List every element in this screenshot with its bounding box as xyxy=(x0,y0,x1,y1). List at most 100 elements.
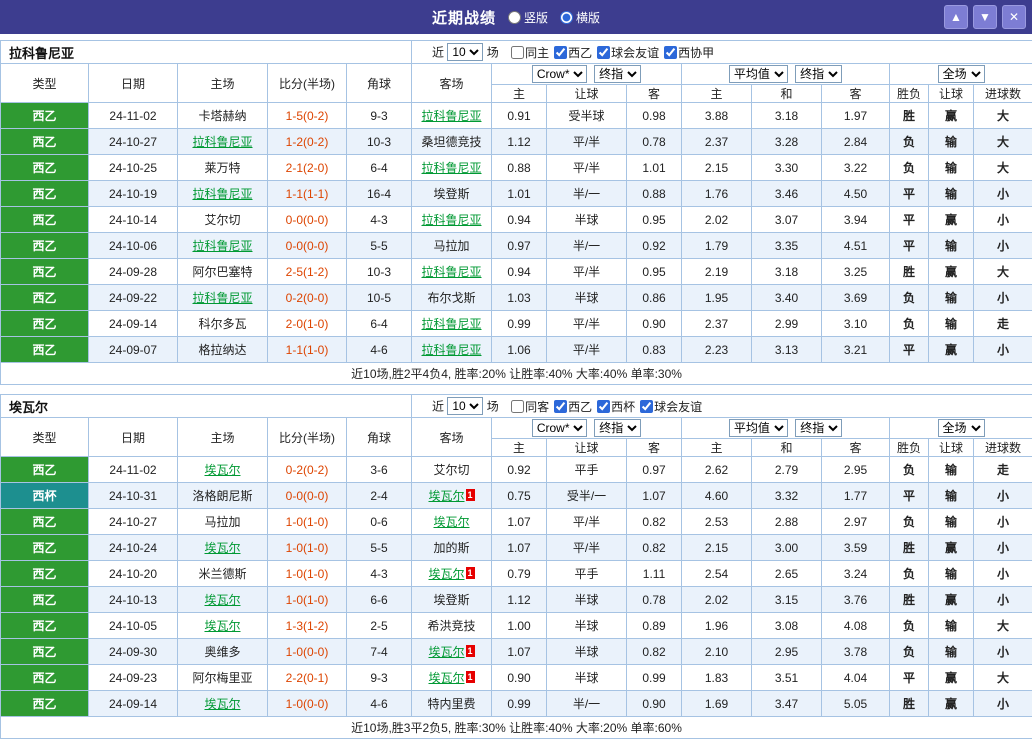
average-select[interactable]: 平均值 xyxy=(729,419,788,437)
odds-home: 0.94 xyxy=(492,259,547,285)
avg-away: 3.10 xyxy=(822,311,890,337)
filter-checkbox[interactable]: 西乙 xyxy=(554,398,592,415)
avg-away: 2.84 xyxy=(822,129,890,155)
match-score: 2-0(1-0) xyxy=(268,311,347,337)
focus-team-link[interactable]: 拉科鲁尼亚 xyxy=(192,239,252,253)
section-team-title: 拉科鲁尼亚 xyxy=(9,46,74,61)
focus-team-link[interactable]: 拉科鲁尼亚 xyxy=(421,265,481,279)
odds-stage-select[interactable]: 终指 xyxy=(594,419,641,437)
horizontal-radio[interactable] xyxy=(560,11,573,24)
average-select[interactable]: 平均值 xyxy=(729,65,788,83)
match-score: 0-0(0-0) xyxy=(268,483,347,509)
match-date: 24-10-05 xyxy=(89,613,178,639)
odds-away: 0.92 xyxy=(627,233,682,259)
handicap-result: 输 xyxy=(929,457,974,483)
match-score: 1-3(1-2) xyxy=(268,613,347,639)
section-header-row: 埃瓦尔 近 10 场 同客西乙西杯球会友谊 xyxy=(1,395,1032,418)
scope-select[interactable]: 全场 xyxy=(938,65,985,83)
avg-home: 2.62 xyxy=(682,457,752,483)
bookmaker-select[interactable]: Crow* xyxy=(532,419,587,437)
filter-checkbox-input[interactable] xyxy=(597,400,610,413)
odds-home: 0.97 xyxy=(492,233,547,259)
avg-away: 5.05 xyxy=(822,691,890,717)
focus-team-link[interactable]: 埃瓦尔 xyxy=(429,567,465,581)
odds-handicap: 半球 xyxy=(547,587,627,613)
team-name: 布尔戈斯 xyxy=(427,291,475,305)
match-date: 24-10-20 xyxy=(89,561,178,587)
focus-team-link[interactable]: 埃瓦尔 xyxy=(429,645,465,659)
focus-team-link[interactable]: 拉科鲁尼亚 xyxy=(421,213,481,227)
scope-select[interactable]: 全场 xyxy=(938,419,985,437)
focus-team-link[interactable]: 埃瓦尔 xyxy=(204,697,240,711)
filter-checkbox[interactable]: 西协甲 xyxy=(664,44,714,61)
red-card-badge: 1 xyxy=(466,671,475,683)
focus-team-link[interactable]: 拉科鲁尼亚 xyxy=(192,187,252,201)
filter-checkbox-input[interactable] xyxy=(640,400,653,413)
focus-team-link[interactable]: 拉科鲁尼亚 xyxy=(192,291,252,305)
focus-team-link[interactable]: 拉科鲁尼亚 xyxy=(421,343,481,357)
close-button[interactable]: ✕ xyxy=(1002,5,1026,29)
layout-option-vertical[interactable]: 竖版 xyxy=(508,9,548,26)
match-row: 西乙24-09-28阿尔巴塞特2-5(1-2)10-3拉科鲁尼亚0.94平/半0… xyxy=(1,259,1032,285)
home-team-cell: 马拉加 xyxy=(178,509,268,535)
close-icon: ✕ xyxy=(1009,10,1019,24)
focus-team-link[interactable]: 拉科鲁尼亚 xyxy=(192,135,252,149)
home-team-cell: 米兰德斯 xyxy=(178,561,268,587)
odds-away: 0.82 xyxy=(627,535,682,561)
goals-result: 小 xyxy=(974,587,1032,613)
filter-checkbox[interactable]: 西杯 xyxy=(597,398,635,415)
focus-team-link[interactable]: 埃瓦尔 xyxy=(204,541,240,555)
filter-checkbox-label: 西协甲 xyxy=(678,44,714,61)
home-team-cell: 埃瓦尔 xyxy=(178,691,268,717)
focus-team-link[interactable]: 埃瓦尔 xyxy=(204,593,240,607)
focus-team-link[interactable]: 拉科鲁尼亚 xyxy=(421,161,481,175)
filter-checkbox-input[interactable] xyxy=(664,46,677,59)
match-row: 西乙24-09-22拉科鲁尼亚0-2(0-0)10-5布尔戈斯1.03半球0.8… xyxy=(1,285,1032,311)
corner-count: 9-3 xyxy=(347,103,412,129)
focus-team-link[interactable]: 拉科鲁尼亚 xyxy=(421,317,481,331)
summary-row: 近10场,胜2平4负4, 胜率:20% 让胜率:40% 大率:40% 单率:30… xyxy=(1,363,1032,385)
focus-team-link[interactable]: 埃瓦尔 xyxy=(204,463,240,477)
odds-away: 0.90 xyxy=(627,691,682,717)
filter-checkbox-input[interactable] xyxy=(511,46,524,59)
focus-team-link[interactable]: 埃瓦尔 xyxy=(204,619,240,633)
vertical-radio[interactable] xyxy=(508,11,521,24)
filter-checkbox[interactable]: 同客 xyxy=(511,398,549,415)
filter-checkbox-input[interactable] xyxy=(554,400,567,413)
focus-team-link[interactable]: 埃瓦尔 xyxy=(429,671,465,685)
match-date: 24-11-02 xyxy=(89,103,178,129)
column-header-handicap: 让球 xyxy=(547,439,627,457)
away-team-cell: 特内里费 xyxy=(412,691,492,717)
avg-stage-select[interactable]: 终指 xyxy=(795,419,842,437)
focus-team-link[interactable]: 拉科鲁尼亚 xyxy=(421,109,481,123)
move-up-button[interactable]: ▲ xyxy=(944,5,968,29)
bookmaker-select[interactable]: Crow* xyxy=(532,65,587,83)
avg-draw: 2.88 xyxy=(752,509,822,535)
filter-checkbox[interactable]: 球会友谊 xyxy=(640,398,702,415)
team-name: 桑坦德竞技 xyxy=(421,135,481,149)
filter-checkbox-input[interactable] xyxy=(554,46,567,59)
filter-checkbox[interactable]: 西乙 xyxy=(554,44,592,61)
filter-checkbox[interactable]: 球会友谊 xyxy=(597,44,659,61)
away-team-cell: 拉科鲁尼亚 xyxy=(412,155,492,181)
filter-checkbox-label: 同主 xyxy=(525,44,549,61)
column-header-avg-away: 客 xyxy=(822,439,890,457)
corner-count: 3-6 xyxy=(347,457,412,483)
avg-draw: 2.65 xyxy=(752,561,822,587)
match-date: 24-10-27 xyxy=(89,509,178,535)
filter-checkbox[interactable]: 同主 xyxy=(511,44,549,61)
match-count-select[interactable]: 10 xyxy=(447,43,483,61)
move-down-button[interactable]: ▼ xyxy=(973,5,997,29)
avg-stage-select[interactable]: 终指 xyxy=(795,65,842,83)
match-count-select[interactable]: 10 xyxy=(447,397,483,415)
focus-team-link[interactable]: 埃瓦尔 xyxy=(429,489,465,503)
odds-stage-select[interactable]: 终指 xyxy=(594,65,641,83)
focus-team-link[interactable]: 埃瓦尔 xyxy=(434,515,470,529)
filter-checkbox-input[interactable] xyxy=(511,400,524,413)
filter-checkbox-input[interactable] xyxy=(597,46,610,59)
league-badge: 西乙 xyxy=(1,103,89,129)
match-row: 西杯24-10-31洛格朗尼斯0-0(0-0)2-4埃瓦尔10.75受半/一1.… xyxy=(1,483,1032,509)
column-header-home: 主场 xyxy=(178,64,268,103)
win-loss-result: 负 xyxy=(890,639,929,665)
layout-option-horizontal[interactable]: 横版 xyxy=(560,9,600,26)
